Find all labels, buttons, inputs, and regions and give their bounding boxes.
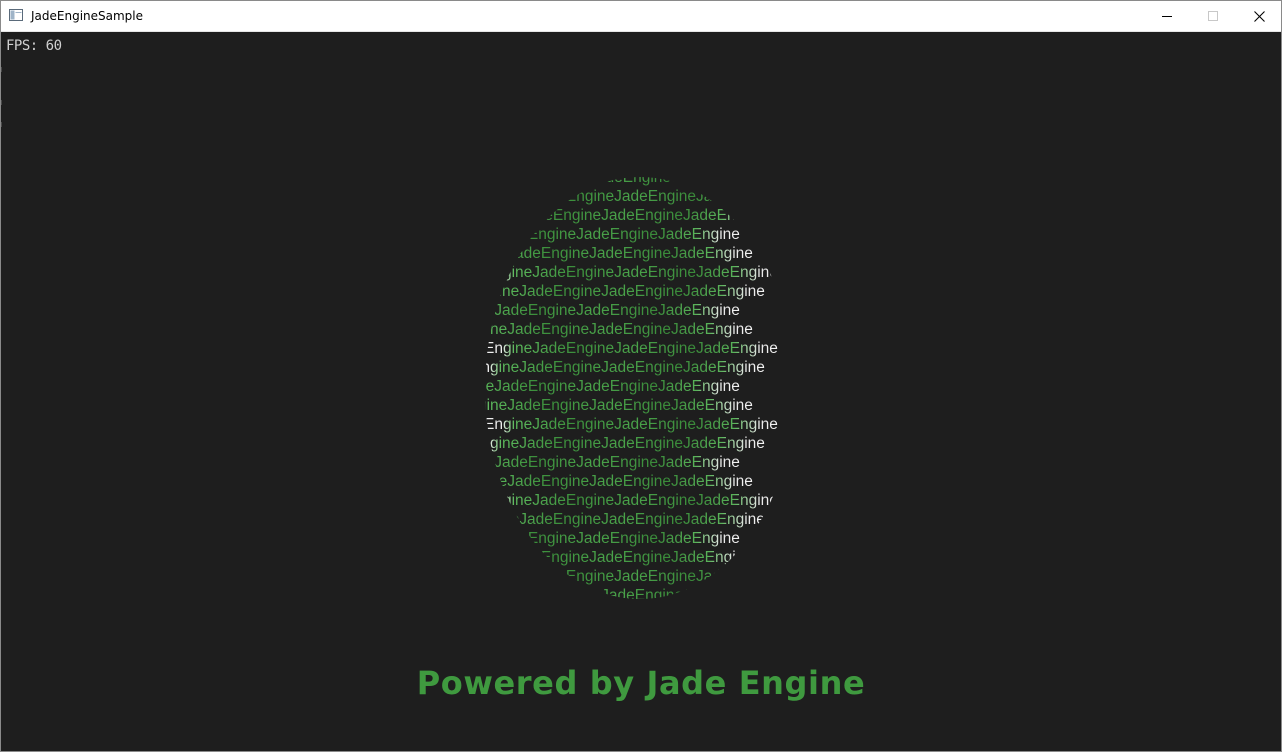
maximize-icon [1208,11,1218,21]
orb-text-line: EngineJadeEngineJadeEngineJadeEngine [485,301,795,320]
maximize-button[interactable] [1190,1,1236,31]
orb-text-line: EngineJadeEngineJadeEngineJadeEngine [485,263,795,282]
minimize-icon [1162,16,1172,17]
orb-text-line: EngineJadeEngineJadeEngineJadeEngine [485,415,795,434]
orb-text-line: EngineJadeEngineJadeEngineJadeEngine [485,339,795,358]
orb-text-line: EngineJadeEngineJadeEngineJadeEngine [485,377,795,396]
orb-text-line: EngineJadeEngineJadeEngineJadeEngine [485,434,795,453]
orb-text-line: EngineJadeEngineJadeEngineJadeEngine [485,548,795,567]
left-edge-marks [1,67,3,127]
orb-text-line: EngineJadeEngineJadeEngineJadeEngine [485,529,795,548]
app-window: JadeEngineSample FPS: 60 EngineJadeEngin… [0,0,1282,752]
orb-text-line: EngineJadeEngineJadeEngineJadeEngine [485,491,795,510]
orb-text-line: EngineJadeEngineJadeEngineJadeEngine [485,567,795,586]
close-button[interactable] [1236,1,1281,31]
orb-text-line: EngineJadeEngineJadeEngineJadeEngine [485,358,795,377]
orb-text-line: EngineJadeEngineJadeEngineJadeEngine [485,282,795,301]
orb-text-line: EngineJadeEngineJadeEngineJadeEngine [485,320,795,339]
close-icon [1253,10,1265,22]
render-viewport[interactable]: FPS: 60 EngineJadeEngineJadeEngineJadeEn… [1,32,1281,751]
powered-by-text: Powered by Jade Engine [416,664,866,702]
orb-text-line: EngineJadeEngineJadeEngineJadeEngine [485,396,795,415]
app-window-icon [9,9,23,21]
orb-text-line: EngineJadeEngineJadeEngineJadeEngine [485,453,795,472]
orb-text-line: EngineJadeEngineJadeEngineJadeEngine [485,225,795,244]
jade-text-orb: EngineJadeEngineJadeEngineJadeEngine Engi… [485,177,795,599]
minimize-button[interactable] [1144,1,1190,31]
orb-text-line: EngineJadeEngineJadeEngineJadeEngine [485,177,795,187]
orb-text-line: EngineJadeEngineJadeEngineJadeEngine [485,510,795,529]
orb-text-line: EngineJadeEngineJadeEngineJadeEngine [485,586,795,599]
orb-text-line: EngineJadeEngineJadeEngineJadeEngine [485,244,795,263]
orb-text-line: EngineJadeEngineJadeEngineJadeEngine [485,187,795,206]
orb-text-line: EngineJadeEngineJadeEngineJadeEngine [485,472,795,491]
title-bar[interactable]: JadeEngineSample [1,1,1281,32]
fps-counter: FPS: 60 [6,38,62,54]
orb-text-line: EngineJadeEngineJadeEngineJadeEngine [485,206,795,225]
window-title: JadeEngineSample [31,9,144,23]
